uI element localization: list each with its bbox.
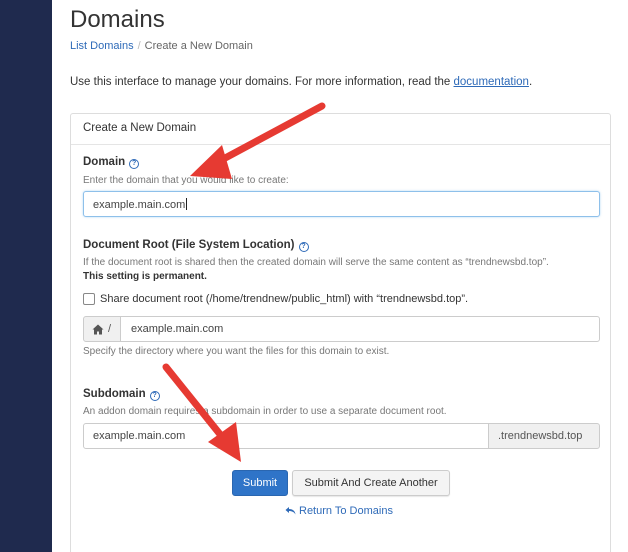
home-addon-slash: / — [108, 323, 112, 335]
docroot-label-text: Document Root (File System Location) — [83, 239, 295, 251]
domain-input[interactable]: example.main.com — [83, 191, 600, 217]
docroot-input[interactable]: example.main.com — [120, 316, 600, 342]
domain-label-text: Domain — [83, 156, 126, 168]
share-docroot-label[interactable]: Share document root (/home/trendnew/publ… — [100, 293, 468, 305]
subdomain-suffix: .trendnewsbd.top — [488, 423, 600, 449]
subdomain-label-text: Subdomain — [83, 388, 146, 400]
left-sidebar — [0, 0, 52, 552]
panel-divider — [71, 144, 610, 145]
domain-label: Domain? — [83, 156, 140, 169]
panel-heading: Create a New Domain — [83, 122, 197, 134]
intro-text-suffix: . — [528, 76, 533, 88]
subdomain-input[interactable]: example.main.com — [83, 423, 489, 449]
documentation-link[interactable]: documentation — [454, 76, 529, 88]
main-content: Domains List Domains / Create a New Domain… — [52, 0, 628, 552]
domain-hint: Enter the domain that you would like to … — [83, 175, 289, 186]
help-circle-icon[interactable]: ? — [129, 159, 140, 169]
submit-button[interactable]: Submit — [232, 470, 288, 496]
breadcrumb: List Domains / Create a New Domain — [70, 40, 253, 52]
return-to-domains-link[interactable]: Return To Domains — [285, 505, 393, 517]
submit-and-create-another-button[interactable]: Submit And Create Another — [292, 470, 450, 496]
subdomain-input-value: example.main.com — [93, 430, 186, 442]
home-icon — [92, 324, 104, 334]
page-title: Domains — [70, 6, 165, 33]
subdomain-hint: An addon domain requires a subdomain in … — [83, 406, 447, 417]
breadcrumb-separator: / — [137, 40, 141, 52]
docroot-help: Specify the directory where you want the… — [83, 346, 390, 357]
share-docroot-row: Share document root (/home/trendnew/publ… — [83, 293, 468, 305]
docroot-input-value: example.main.com — [131, 323, 224, 335]
domain-input-value: example.main.com — [93, 199, 186, 211]
create-domain-panel: Create a New Domain Domain? Enter the do… — [70, 113, 611, 552]
text-caret — [186, 198, 188, 210]
intro-text-body: Use this interface to manage your domain… — [70, 76, 454, 88]
docroot-hint: If the document root is shared then the … — [83, 257, 549, 268]
share-docroot-checkbox[interactable] — [83, 293, 95, 305]
breadcrumb-list-domains-link[interactable]: List Domains — [70, 40, 134, 52]
return-arrow-icon — [285, 507, 296, 515]
help-circle-icon[interactable]: ? — [149, 391, 160, 401]
return-to-domains-label: Return To Domains — [299, 505, 393, 517]
intro-text: Use this interface to manage your domain… — [70, 76, 532, 88]
breadcrumb-current: Create a New Domain — [144, 40, 253, 52]
help-circle-icon[interactable]: ? — [298, 242, 309, 252]
subdomain-label: Subdomain? — [83, 388, 160, 401]
home-addon: / — [83, 316, 121, 342]
docroot-label: Document Root (File System Location)? — [83, 239, 309, 252]
docroot-warning: This setting is permanent. — [83, 271, 207, 282]
